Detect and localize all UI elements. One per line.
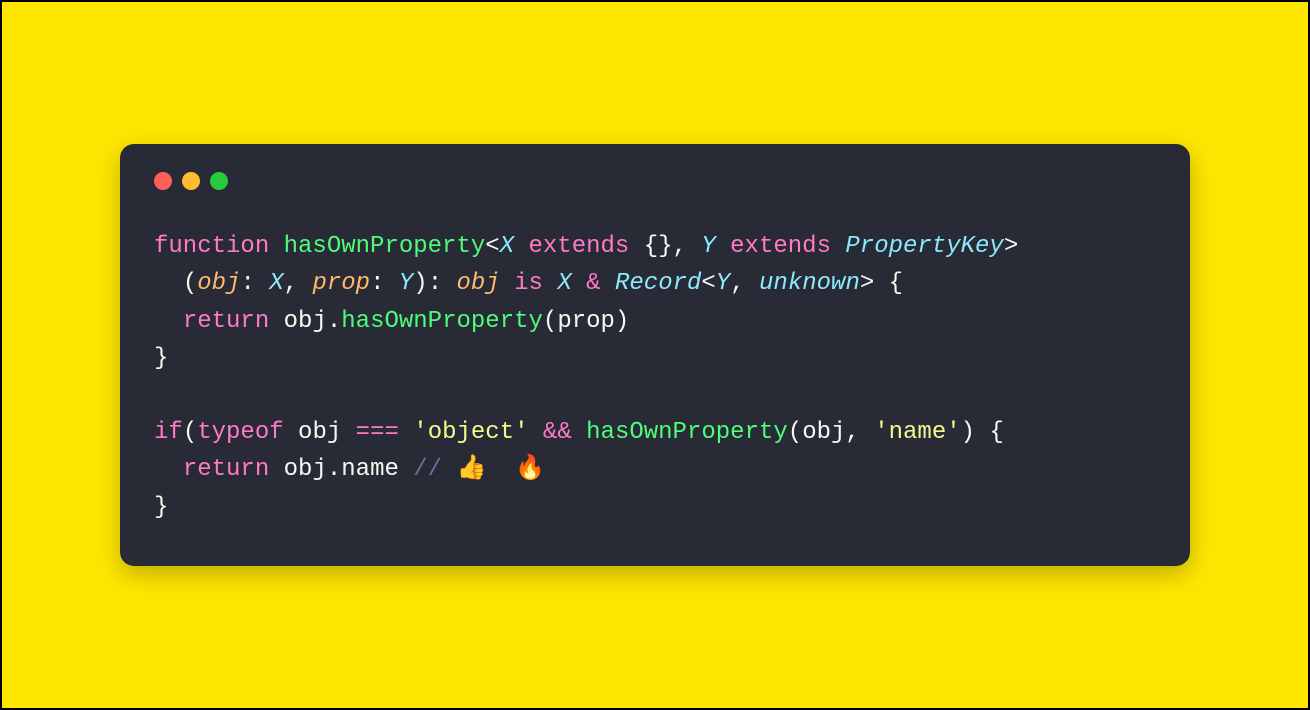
lparen: ( bbox=[788, 419, 802, 446]
ident-obj: obj bbox=[284, 456, 327, 483]
lbrace: { bbox=[889, 270, 903, 297]
type-X: X bbox=[557, 270, 571, 297]
comma: , bbox=[673, 233, 687, 260]
angle-open: < bbox=[485, 233, 499, 260]
var-obj: obj bbox=[457, 270, 500, 297]
keyword-return: return bbox=[183, 308, 269, 335]
keyword-is: is bbox=[514, 270, 543, 297]
comment-emoji: // 👍 🔥 bbox=[413, 456, 545, 483]
indent bbox=[154, 270, 183, 297]
type-Y: Y bbox=[399, 270, 413, 297]
zoom-icon[interactable] bbox=[210, 172, 228, 190]
type-Y: Y bbox=[701, 233, 715, 260]
lparen: ( bbox=[543, 308, 557, 335]
keyword-if: if bbox=[154, 419, 183, 446]
comma: , bbox=[730, 270, 744, 297]
call-hasOwnProperty: hasOwnProperty bbox=[586, 419, 788, 446]
keyword-return: return bbox=[183, 456, 269, 483]
keyword-function: function bbox=[154, 233, 269, 260]
prop-name: name bbox=[341, 456, 399, 483]
rparen: ) bbox=[615, 308, 629, 335]
keyword-extends: extends bbox=[730, 233, 831, 260]
rparen-colon: ): bbox=[413, 270, 442, 297]
type-Y: Y bbox=[716, 270, 730, 297]
code-block: function hasOwnProperty<X extends {}, Y … bbox=[154, 228, 1156, 526]
type-PropertyKey: PropertyKey bbox=[845, 233, 1003, 260]
lparen: ( bbox=[183, 270, 197, 297]
dot: . bbox=[327, 308, 341, 335]
arg-prop: prop bbox=[557, 308, 615, 335]
type-X: X bbox=[500, 233, 514, 260]
rbrace: } bbox=[154, 345, 168, 372]
close-icon[interactable] bbox=[154, 172, 172, 190]
lbrace: { bbox=[989, 419, 1003, 446]
colon: : bbox=[370, 270, 384, 297]
type-unknown: unknown bbox=[759, 270, 860, 297]
method-hasOwnProperty: hasOwnProperty bbox=[341, 308, 543, 335]
type-X: X bbox=[269, 270, 283, 297]
operator-eq: === bbox=[356, 419, 399, 446]
param-obj: obj bbox=[197, 270, 240, 297]
minimize-icon[interactable] bbox=[182, 172, 200, 190]
param-prop: prop bbox=[312, 270, 370, 297]
rbrace: } bbox=[154, 494, 168, 521]
code-window: function hasOwnProperty<X extends {}, Y … bbox=[120, 144, 1190, 566]
colon: : bbox=[240, 270, 254, 297]
ident-obj: obj bbox=[284, 308, 327, 335]
keyword-typeof: typeof bbox=[197, 419, 283, 446]
comma: , bbox=[284, 270, 298, 297]
operator-and: && bbox=[543, 419, 572, 446]
indent bbox=[154, 456, 183, 483]
lparen: ( bbox=[183, 419, 197, 446]
comma: , bbox=[845, 419, 859, 446]
angle-close: > bbox=[860, 270, 874, 297]
rparen: ) bbox=[961, 419, 975, 446]
angle-close: > bbox=[1004, 233, 1018, 260]
angle-open: < bbox=[701, 270, 715, 297]
string-object: 'object' bbox=[413, 419, 528, 446]
operator-amp: & bbox=[586, 270, 600, 297]
dot: . bbox=[327, 456, 341, 483]
function-name: hasOwnProperty bbox=[284, 233, 486, 260]
ident-obj: obj bbox=[298, 419, 341, 446]
string-name: 'name' bbox=[874, 419, 960, 446]
indent bbox=[154, 308, 183, 335]
window-titlebar bbox=[154, 172, 1156, 190]
arg-obj: obj bbox=[802, 419, 845, 446]
braces: {} bbox=[644, 233, 673, 260]
keyword-extends: extends bbox=[528, 233, 629, 260]
type-Record: Record bbox=[615, 270, 701, 297]
